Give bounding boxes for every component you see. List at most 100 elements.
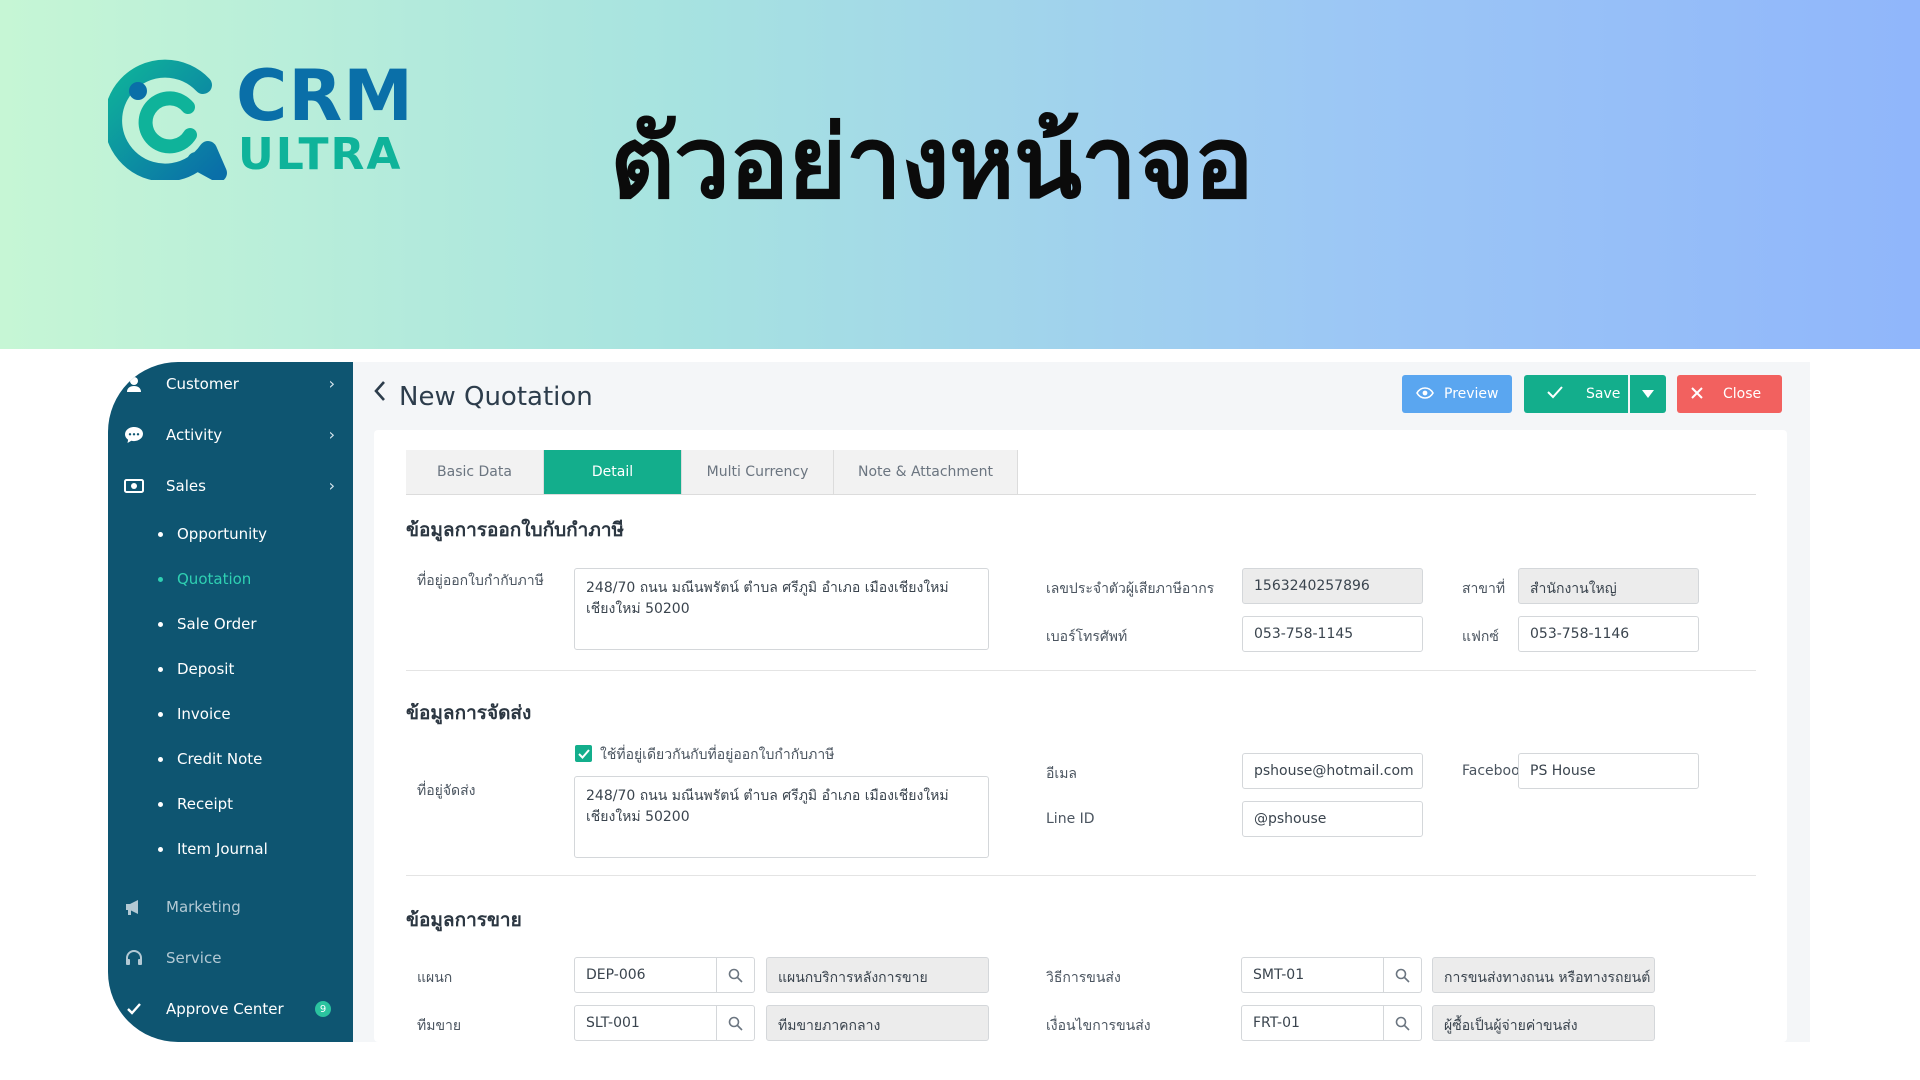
bullet-icon	[158, 846, 163, 852]
sidebar-item-sales[interactable]: Sales ›	[108, 466, 353, 506]
hero-headline: ตัวอย่างหน้าจอ	[610, 104, 1254, 221]
page-header: New Quotation Preview Save Close	[353, 362, 1810, 432]
sales-team-code-field[interactable]: SLT-001	[574, 1005, 717, 1041]
tab-detail[interactable]: Detail	[544, 450, 682, 494]
sidebar-item-activity[interactable]: Activity ›	[108, 415, 353, 455]
chevron-right-icon: ›	[328, 476, 335, 495]
phone-label: เบอร์โทรศัพท์	[1046, 629, 1128, 645]
facebook-field[interactable]: PS House	[1518, 753, 1699, 789]
app-window: Customer › Activity › Sales › Opportunit…	[108, 362, 1810, 1042]
close-button[interactable]: Close	[1677, 375, 1782, 413]
bullet-icon	[158, 621, 163, 627]
sales-section-title: ข้อมูลการขาย	[406, 909, 522, 931]
shipping-condition-name-field: ผู้ซื้อเป็นผู้จ่ายค่าขนส่ง	[1432, 1005, 1655, 1041]
tabs-divider	[406, 494, 1756, 495]
logo-crm-text: CRM	[236, 55, 414, 137]
same-address-label: ใช้ที่อยู่เดียวกันกับที่อยู่ออกใบกำกับภา…	[600, 747, 835, 763]
close-icon	[1691, 385, 1703, 403]
banner: CRM ULTRA ตัวอย่างหน้าจอ	[0, 0, 1920, 349]
sidebar-sub-quotation[interactable]: Quotation	[158, 564, 251, 594]
shipping-address-field[interactable]: 248/70 ถนน มณีนพรัตน์ ตำบล ศรีภูมิ อำเภอ…	[574, 776, 989, 858]
department-name-field: แผนกบริการหลังการขาย	[766, 957, 989, 993]
sidebar-item-marketing[interactable]: Marketing	[108, 887, 353, 927]
sidebar-item-label: Customer	[166, 375, 239, 393]
sidebar: Customer › Activity › Sales › Opportunit…	[108, 362, 353, 1042]
approve-count-badge: 9	[315, 1001, 331, 1017]
megaphone-icon	[122, 897, 146, 917]
line-id-label: Line ID	[1046, 811, 1095, 827]
department-label: แผนก	[417, 970, 453, 986]
shipping-method-label: วิธีการขนส่ง	[1046, 970, 1121, 986]
shipping-method-code-field[interactable]: SMT-01	[1241, 957, 1384, 993]
bullet-icon	[158, 666, 163, 672]
search-icon	[728, 1016, 743, 1031]
tab-note-attachment[interactable]: Note & Attachment	[834, 450, 1018, 494]
sidebar-item-service[interactable]: Service	[108, 938, 353, 978]
sidebar-sub-sale-order[interactable]: Sale Order	[158, 609, 257, 639]
tab-multi-currency[interactable]: Multi Currency	[682, 450, 834, 494]
bullet-icon	[158, 756, 163, 762]
bullet-icon	[158, 576, 163, 582]
sidebar-sub-receipt[interactable]: Receipt	[158, 789, 233, 819]
shipping-method-search-button[interactable]	[1384, 957, 1422, 993]
eye-icon	[1416, 385, 1434, 403]
search-icon	[1395, 968, 1410, 983]
chevron-right-icon: ›	[328, 425, 335, 444]
back-arrow-icon[interactable]	[373, 380, 387, 408]
department-search-button[interactable]	[717, 957, 755, 993]
preview-button[interactable]: Preview	[1402, 375, 1512, 413]
sidebar-sub-item-journal[interactable]: Item Journal	[158, 834, 268, 864]
sidebar-item-approve-center[interactable]: Approve Center 9	[108, 989, 353, 1029]
chat-bubble-icon	[122, 425, 146, 445]
tab-basic-data[interactable]: Basic Data	[406, 450, 544, 494]
check-icon	[1546, 385, 1564, 403]
fax-field[interactable]: 053-758-1146	[1518, 616, 1699, 652]
email-field[interactable]: pshouse@hotmail.com	[1242, 753, 1423, 789]
branch-field[interactable]: สำนักงานใหญ่	[1518, 568, 1699, 604]
bullet-icon	[158, 801, 163, 807]
shipping-method-name-field: การขนส่งทางถนน หรือทางรถยนต์	[1432, 957, 1655, 993]
bullet-icon	[158, 531, 163, 537]
shipping-condition-search-button[interactable]	[1384, 1005, 1422, 1041]
sales-team-search-button[interactable]	[717, 1005, 755, 1041]
shipping-section-title: ข้อมูลการจัดส่ง	[406, 702, 532, 724]
tax-address-field[interactable]: 248/70 ถนน มณีนพรัตน์ ตำบล ศรีภูมิ อำเภอ…	[574, 568, 989, 650]
sidebar-item-label: Marketing	[166, 898, 241, 916]
sidebar-sub-credit-note[interactable]: Credit Note	[158, 744, 262, 774]
sidebar-item-label: Approve Center	[166, 1000, 284, 1018]
sidebar-item-label: Sales	[166, 477, 206, 495]
bullet-icon	[158, 711, 163, 717]
approve-icon	[122, 999, 146, 1019]
same-address-checkbox[interactable]	[575, 745, 592, 762]
line-id-field[interactable]: @pshouse	[1242, 801, 1423, 837]
chevron-right-icon: ›	[328, 374, 335, 393]
crm-ultra-logo: CRM ULTRA	[108, 55, 413, 180]
email-label: อีเมล	[1046, 766, 1078, 782]
quotation-form-card: Basic Data Detail Multi Currency Note & …	[374, 430, 1787, 1042]
shipping-address-label: ที่อยู่จัดส่ง	[417, 783, 476, 799]
save-options-dropdown[interactable]	[1630, 375, 1666, 413]
save-button[interactable]: Save	[1524, 375, 1628, 413]
phone-field[interactable]: 053-758-1145	[1242, 616, 1423, 652]
sidebar-sub-invoice[interactable]: Invoice	[158, 699, 231, 729]
sales-team-label: ทีมขาย	[417, 1018, 462, 1034]
tax-section-title: ข้อมูลการออกใบกับกำภาษี	[406, 519, 625, 541]
tab-bar: Basic Data Detail Multi Currency Note & …	[406, 450, 1018, 494]
shipping-condition-code-field[interactable]: FRT-01	[1241, 1005, 1384, 1041]
headset-icon	[122, 948, 146, 968]
sidebar-item-label: Service	[166, 949, 222, 967]
department-code-field[interactable]: DEP-006	[574, 957, 717, 993]
shipping-condition-label: เงื่อนไขการขนส่ง	[1046, 1018, 1151, 1034]
sidebar-sub-opportunity[interactable]: Opportunity	[158, 519, 267, 549]
cash-icon	[122, 476, 146, 496]
sidebar-item-customer[interactable]: Customer ›	[108, 364, 353, 404]
sidebar-item-label: Activity	[166, 426, 223, 444]
fax-label: แฟกซ์	[1462, 629, 1499, 645]
tax-address-label: ที่อยู่ออกใบกำกับภาษี	[417, 573, 544, 589]
taxid-field[interactable]: 1563240257896	[1242, 568, 1423, 604]
sidebar-sub-deposit[interactable]: Deposit	[158, 654, 234, 684]
taxid-label: เลขประจำตัวผู้เสียภาษีอากร	[1046, 581, 1215, 597]
search-icon	[728, 968, 743, 983]
caret-down-icon	[1642, 387, 1654, 401]
section-divider	[406, 670, 1756, 671]
